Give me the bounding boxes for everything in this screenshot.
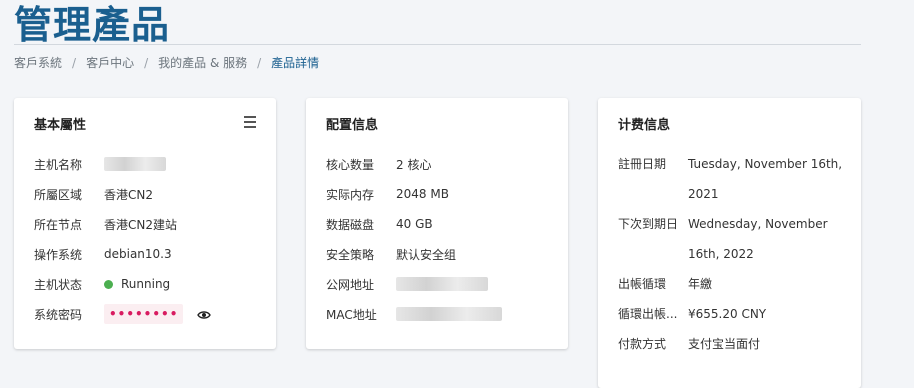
row-label: 系统密码 (34, 307, 83, 322)
info-row-os: 操作系统 debian10.3 (34, 239, 266, 269)
card-title: 配置信息 (326, 118, 379, 133)
info-row-memory: 实际内存 2048 MB (326, 179, 558, 209)
breadcrumb-current: 產品詳情 (271, 56, 320, 70)
info-row-registration-date: 註冊日期 Tuesday, November 16th, 2021 (618, 149, 851, 209)
row-label: 主机名称 (34, 157, 83, 172)
breadcrumb-separator: / (257, 55, 262, 70)
row-value: 香港CN2建站 (104, 217, 177, 232)
info-row-recurring-amount: 循環出帳... ¥655.20 CNY (618, 299, 851, 329)
page-title: 管理產品 (14, 3, 171, 47)
row-label: 公网地址 (326, 277, 375, 292)
info-row-password: 系统密码 •••••••• (34, 299, 266, 329)
hostname-value (104, 157, 166, 172)
row-label: 实际内存 (326, 187, 375, 202)
basic-attributes-card: 基本屬性 主机名称 所屬区域 香港CN2 所在节点 香港CN2建站 操作系统 d… (14, 98, 276, 349)
menu-icon[interactable] (244, 116, 256, 128)
config-info-card: 配置信息 核心数量 2 核心 实际内存 2048 MB 数据磁盘 40 GB 安… (306, 98, 568, 349)
row-value: ¥655.20 CNY (688, 307, 767, 321)
info-row-hostname: 主机名称 (34, 149, 266, 179)
breadcrumb-client-system[interactable]: 客戶系統 (14, 54, 62, 71)
info-row-status: 主机状态 Running (34, 269, 266, 299)
row-value: debian10.3 (104, 247, 172, 261)
row-label: 核心数量 (326, 157, 375, 172)
row-label: 数据磁盘 (326, 217, 375, 232)
row-value: 2048 MB (396, 187, 449, 201)
public-ip-value (396, 277, 488, 292)
row-label: 所屬区域 (34, 187, 83, 202)
row-value: 香港CN2 (104, 187, 153, 202)
info-row-public-ip: 公网地址 (326, 269, 558, 299)
info-row-cpu: 核心数量 2 核心 (326, 149, 558, 179)
card-title: 基本屬性 (34, 118, 87, 133)
status-dot-icon (104, 280, 113, 289)
billing-info-card: 计费信息 註冊日期 Tuesday, November 16th, 2021 下… (598, 98, 861, 388)
row-label: 循環出帳... (618, 307, 678, 321)
info-row-disk: 数据磁盘 40 GB (326, 209, 558, 239)
status-value: Running (104, 277, 170, 291)
row-label: 付款方式 (618, 337, 667, 351)
card-title: 计费信息 (618, 118, 671, 133)
row-value: 年繳 (688, 277, 713, 291)
password-value: •••••••• (104, 304, 212, 324)
mac-value (396, 307, 502, 322)
row-value: 40 GB (396, 217, 433, 231)
row-label: 操作系统 (34, 247, 83, 262)
row-value: 2 核心 (396, 157, 432, 172)
eye-icon[interactable] (197, 310, 212, 320)
row-value: Tuesday, November 16th, 2021 (688, 157, 843, 201)
breadcrumb-client-center[interactable]: 客戶中心 (86, 54, 134, 71)
breadcrumb-separator: / (144, 55, 149, 70)
breadcrumb-separator: / (72, 55, 77, 70)
row-label: 出帳循環 (618, 277, 667, 291)
status-text: Running (121, 277, 171, 291)
row-label: 主机状态 (34, 277, 83, 292)
row-label: 安全策略 (326, 247, 375, 262)
info-row-payment-method: 付款方式 支付宝当面付 (618, 329, 851, 359)
row-label: 所在节点 (34, 217, 83, 232)
info-row-security: 安全策略 默认安全组 (326, 239, 558, 269)
info-row-region: 所屬区域 香港CN2 (34, 179, 266, 209)
row-value: 默认安全组 (396, 247, 457, 262)
row-label: 註冊日期 (618, 157, 667, 171)
breadcrumb: 客戶系統 / 客戶中心 / 我的產品 & 服務 / 產品詳情 (14, 54, 319, 71)
title-divider (14, 44, 861, 45)
info-row-node: 所在节点 香港CN2建站 (34, 209, 266, 239)
row-label: MAC地址 (326, 307, 377, 322)
breadcrumb-my-products[interactable]: 我的產品 & 服務 (158, 54, 247, 71)
info-row-mac: MAC地址 (326, 299, 558, 329)
info-row-next-due-date: 下次到期日 Wednesday, November 16th, 2022 (618, 209, 851, 269)
password-masked: •••••••• (104, 304, 184, 324)
row-label: 下次到期日 (618, 217, 679, 231)
info-row-billing-cycle: 出帳循環 年繳 (618, 269, 851, 299)
row-value: 支付宝当面付 (688, 337, 761, 351)
row-value: Wednesday, November 16th, 2022 (688, 217, 828, 261)
